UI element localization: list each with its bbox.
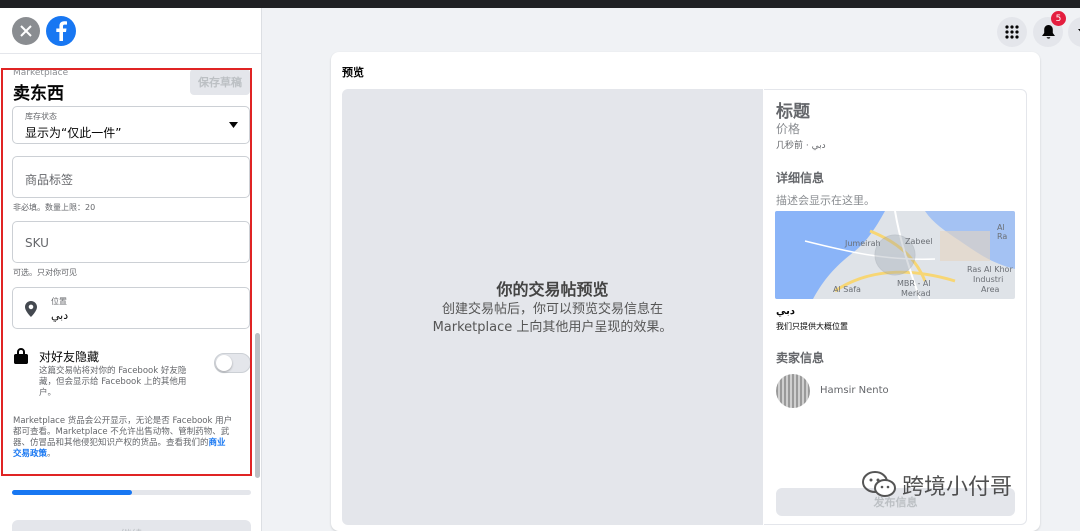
- panel-scrollbar[interactable]: [255, 333, 260, 478]
- listing-info-column: 标题 价格 几秒前 · دبي 详细信息 描述会显示在这里。 Jumeirah …: [764, 89, 1027, 525]
- page-title: 卖东西: [13, 84, 64, 104]
- map-label: Area: [981, 285, 1000, 294]
- details-heading: 详细信息: [776, 171, 825, 185]
- sku-input[interactable]: SKU: [12, 221, 250, 263]
- notification-badge: 5: [1051, 11, 1066, 26]
- marketplace-label: Marketplace: [13, 68, 69, 78]
- map-label: Al Ra: [997, 223, 1008, 241]
- account-button[interactable]: [1068, 17, 1080, 47]
- progress-fill: [12, 490, 132, 495]
- stock-status-label: 库存状态: [25, 112, 57, 121]
- listing-city: دبي: [776, 306, 796, 317]
- stock-status-value: 显示为“仅此一件”: [25, 126, 122, 140]
- save-draft-button[interactable]: 保存草稿: [190, 70, 250, 95]
- product-tags-input[interactable]: 商品标签: [12, 156, 250, 198]
- toggle-knob: [216, 355, 232, 371]
- location-pin-icon: [25, 301, 37, 317]
- hide-from-friends-desc: 这篇交易帖将对你的 Facebook 好友隐 藏，但会显示给 Facebook …: [39, 366, 209, 399]
- hide-from-friends-title: 对好友隐藏: [39, 350, 100, 364]
- seller-name: Hamsir Nento: [820, 385, 889, 396]
- grid-menu-icon: [1005, 25, 1019, 39]
- close-button[interactable]: [12, 16, 40, 45]
- notifications-button[interactable]: 5: [1033, 11, 1066, 47]
- preview-heading: 预览: [342, 66, 364, 79]
- caret-down-icon: [229, 122, 238, 128]
- policy-line: Marketplace 货品会公开显示，无论是否 Facebook 用户: [13, 416, 233, 426]
- listing-title: 标题: [776, 102, 810, 122]
- product-tags-placeholder: 商品标签: [25, 173, 74, 187]
- approx-location-note: 我们只提供大概位置: [776, 322, 848, 331]
- location-map[interactable]: Jumeirah Zabeel Al Ra Ras Al Khor Indust…: [775, 211, 1015, 299]
- map-label: Jumeirah: [845, 239, 881, 248]
- listing-price: 价格: [776, 122, 801, 136]
- wechat-icon: [862, 471, 896, 497]
- map-label: Merkad: [901, 289, 931, 298]
- watermark-text: 跨境小付哥: [902, 475, 1013, 500]
- map-label: MBR - Al: [897, 279, 931, 288]
- hide-desc-line: 藏，但会显示给 Facebook 上的其他用: [39, 377, 187, 387]
- policy-text: Marketplace 货品会公开显示，无论是否 Facebook 用户 都可查…: [13, 416, 250, 460]
- hide-from-friends-toggle[interactable]: [214, 353, 250, 373]
- map-label: Ras Al Khor: [967, 265, 1013, 274]
- preview-area-desc: 创建交易帖后，你可以预览交易信息在 Marketplace 上向其他用户呈现的效…: [412, 301, 693, 337]
- preview-card: 预览 你的交易帖预览 创建交易帖后，你可以预览交易信息在 Marketplace…: [331, 52, 1040, 531]
- hide-desc-line: 户。: [39, 388, 57, 398]
- facebook-logo[interactable]: [46, 15, 76, 46]
- menu-button[interactable]: [997, 17, 1027, 47]
- close-icon: [20, 24, 32, 37]
- stock-status-select[interactable]: 库存状态 显示为“仅此一件”: [12, 106, 250, 144]
- listing-time: 几秒前 · دبي: [776, 141, 826, 151]
- tags-hint: 非必填。数量上限：20: [13, 203, 96, 212]
- preview-image-area: 你的交易帖预览 创建交易帖后，你可以预览交易信息在 Marketplace 上向…: [342, 89, 763, 525]
- panel-topbar: [0, 8, 261, 54]
- preview-area-title: 你的交易帖预览: [496, 280, 609, 299]
- policy-line: 器、仿冒品和其他侵犯知识产权的货品。查看我们的: [13, 438, 209, 448]
- progress-bar: [12, 490, 251, 495]
- policy-line: 都可查看。Marketplace 不允许出售动物、管制药物、武: [13, 427, 230, 437]
- next-button[interactable]: 继续: [12, 520, 251, 531]
- map-label: Al Safa: [833, 285, 861, 294]
- browser-toolbar-strip: [0, 0, 1080, 8]
- seller-avatar: [776, 374, 810, 408]
- lock-icon: [14, 348, 28, 364]
- preview-desc-line: 创建交易帖后，你可以预览交易信息在: [441, 302, 663, 317]
- map-graphic: [775, 211, 1015, 299]
- watermark: 跨境小付哥: [862, 468, 1062, 502]
- sku-placeholder: SKU: [25, 236, 49, 250]
- location-value: دبي: [51, 309, 69, 322]
- sku-hint: 可选。只对你可见: [13, 268, 77, 277]
- map-label: Zabeel: [905, 237, 933, 246]
- create-listing-panel: Marketplace 卖东西 保存草稿 库存状态 显示为“仅此一件” 商品标签…: [0, 8, 262, 531]
- preview-desc-line: Marketplace 上向其他用户呈现的效果。: [432, 320, 673, 335]
- listing-form: Marketplace 卖东西 保存草稿 库存状态 显示为“仅此一件” 商品标签…: [1, 68, 252, 476]
- location-input[interactable]: 位置 دبي: [12, 287, 250, 329]
- location-label: 位置: [51, 297, 67, 306]
- hide-desc-line: 这篇交易帖将对你的 Facebook 好友隐: [39, 366, 187, 376]
- commerce-policy-link-cont[interactable]: 交易政策: [13, 449, 47, 459]
- policy-end: 。: [47, 449, 56, 459]
- commerce-policy-link[interactable]: 商业: [209, 438, 226, 448]
- seller-heading: 卖家信息: [776, 351, 825, 365]
- facebook-f-icon: [56, 20, 67, 41]
- bell-icon: [1041, 24, 1055, 39]
- details-description: 描述会显示在这里。: [776, 194, 875, 207]
- map-label: Industri: [973, 275, 1004, 284]
